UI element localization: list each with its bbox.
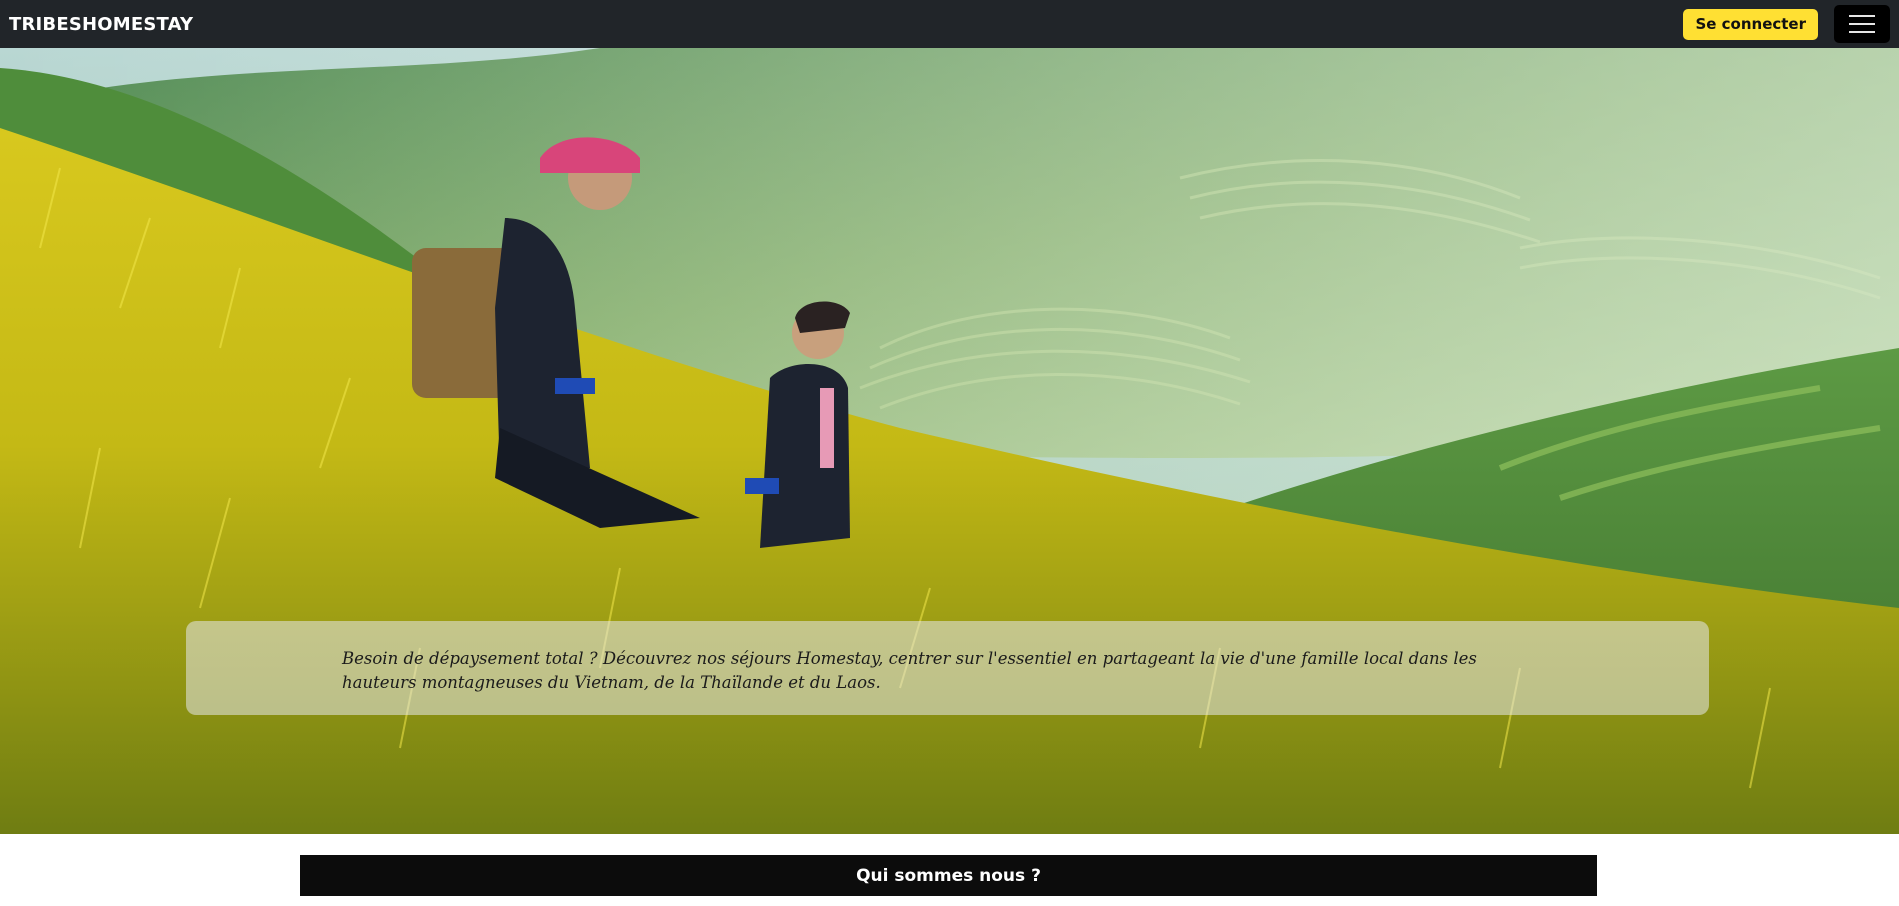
brand-logo[interactable]: TRIBESHOMESTAY [9,14,193,35]
hero-image [0,48,1899,834]
top-navbar: TRIBESHOMESTAY Se connecter [0,0,1899,48]
navbar-actions: Se connecter [1683,5,1890,43]
hamburger-menu-icon [1849,14,1875,34]
login-button[interactable]: Se connecter [1683,8,1818,40]
about-section-title: Qui sommes nous ? [856,865,1041,886]
hero-caption-text: Besoin de dépaysement total ? Découvrez … [342,649,1477,692]
about-section-header: Qui sommes nous ? [300,855,1597,896]
hero-caption-box: Besoin de dépaysement total ? Découvrez … [186,621,1709,715]
hero-banner: Besoin de dépaysement total ? Découvrez … [0,48,1899,834]
menu-toggle-button[interactable] [1834,5,1890,43]
